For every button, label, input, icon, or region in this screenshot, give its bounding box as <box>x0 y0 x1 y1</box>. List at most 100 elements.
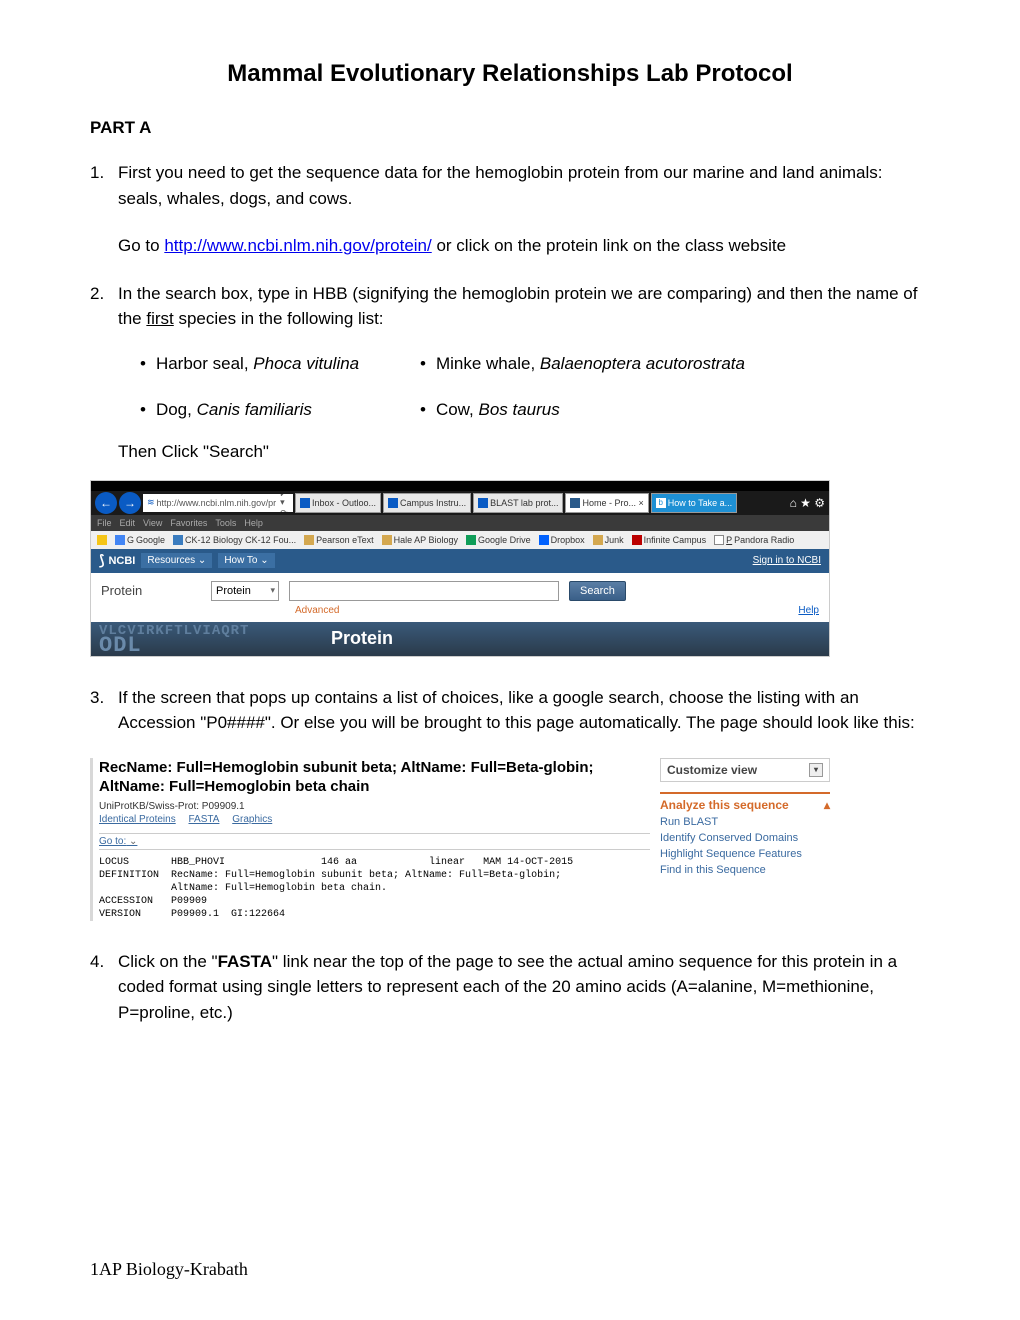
fav-google-drive[interactable]: Google Drive <box>466 535 531 545</box>
fasta-link[interactable]: FASTA <box>189 814 220 825</box>
step-1-number: 1. <box>90 160 118 211</box>
fav-pearson[interactable]: Pearson eText <box>304 535 374 545</box>
species-scientific: Phoca vitulina <box>253 354 359 373</box>
step-2-body: In the search box, type in HBB (signifyi… <box>118 281 930 332</box>
then-click-search: Then Click "Search" <box>118 442 930 462</box>
species-common: Cow, <box>436 400 479 419</box>
species-harbor-seal: • Harbor seal, Phoca vitulina <box>140 354 420 374</box>
browser-screenshot: ← → ≋ http://www.ncbi.nlm.nih.gov/pr 🔎 ▾… <box>90 480 830 657</box>
graphics-link[interactable]: Graphics <box>232 814 272 825</box>
menu-edit[interactable]: Edit <box>120 518 136 528</box>
step-2-number: 2. <box>90 281 118 332</box>
favorites-bar: G Google CK-12 Biology CK-12 Fou... Pear… <box>91 531 829 549</box>
step-3-body: If the screen that pops up contains a li… <box>118 685 930 736</box>
result-right: Customize view ▾ Analyze this sequence ▴… <box>660 758 830 921</box>
fav-ck12[interactable]: CK-12 Biology CK-12 Fou... <box>173 535 296 545</box>
tab-howto[interactable]: bHow to Take a... <box>651 493 737 513</box>
species-scientific: Canis familiaris <box>197 400 312 419</box>
step-3: 3. If the screen that pops up contains a… <box>90 685 930 736</box>
fav-junk[interactable]: Junk <box>593 535 624 545</box>
ncbi-search-area: Protein Protein Search <box>91 573 829 605</box>
species-grid: • Harbor seal, Phoca vitulina • Minke wh… <box>140 354 930 420</box>
step-2: 2. In the search box, type in HBB (signi… <box>90 281 930 332</box>
browser-tabbar: ← → ≋ http://www.ncbi.nlm.nih.gov/pr 🔎 ▾… <box>91 491 829 515</box>
identify-conserved-link[interactable]: Identify Conserved Domains <box>660 830 830 846</box>
protein-banner-word: Protein <box>331 628 393 649</box>
ncbi-result-screenshot: RecName: Full=Hemoglobin subunit beta; A… <box>90 758 830 921</box>
bullet-icon: • <box>420 400 426 420</box>
menu-tools[interactable]: Tools <box>215 518 236 528</box>
page-title: Mammal Evolutionary Relationships Lab Pr… <box>90 60 930 88</box>
step-4: 4. Click on the "FASTA" link near the to… <box>90 949 930 1026</box>
forward-button[interactable]: → <box>119 492 141 514</box>
advanced-link[interactable]: Advanced <box>295 605 339 616</box>
sequence-background: VLCVIRKFTLVIAQRT ODL <box>99 622 249 655</box>
help-link[interactable]: Help <box>798 605 819 616</box>
bullet-icon: • <box>140 400 146 420</box>
species-scientific: Bos taurus <box>478 400 559 419</box>
search-refresh-icon: 🔎 ▾ ⟳ <box>280 494 291 512</box>
adv-help-row: Advanced Help <box>91 605 829 622</box>
protein-label: Protein <box>101 583 201 598</box>
goto-dropdown[interactable]: Go to: <box>99 833 650 850</box>
species-dog: • Dog, Canis familiaris <box>140 400 420 420</box>
fav-dropbox[interactable]: Dropbox <box>539 535 585 545</box>
menu-favorites[interactable]: Favorites <box>170 518 207 528</box>
fav-infinite-campus[interactable]: Infinite Campus <box>632 535 707 545</box>
customize-view[interactable]: Customize view ▾ <box>660 758 830 782</box>
address-bar[interactable]: ≋ http://www.ncbi.nlm.nih.gov/pr 🔎 ▾ ⟳ <box>143 494 293 512</box>
step-4-fasta: FASTA <box>218 952 272 971</box>
run-blast-link[interactable]: Run BLAST <box>660 814 830 830</box>
menu-view[interactable]: View <box>143 518 162 528</box>
tab-campus[interactable]: Campus Instru... <box>383 493 471 513</box>
ncbi-protein-link[interactable]: http://www.ncbi.nlm.nih.gov/protein/ <box>164 236 431 255</box>
identical-proteins-link[interactable]: Identical Proteins <box>99 814 176 825</box>
step-4-body: Click on the "FASTA" link near the top o… <box>118 949 930 1026</box>
search-button[interactable]: Search <box>569 581 626 601</box>
step-1-goto: Go to http://www.ncbi.nlm.nih.gov/protei… <box>118 233 930 259</box>
section-a-label: PART A <box>90 118 930 138</box>
find-in-sequence-link[interactable]: Find in this Sequence <box>660 862 830 878</box>
goto-prefix: Go to <box>118 236 164 255</box>
analyze-header: Analyze this sequence ▴ <box>660 792 830 812</box>
species-cow: • Cow, Bos taurus <box>420 400 930 420</box>
back-button[interactable]: ← <box>95 492 117 514</box>
ncbi-bar: ⟆NCBI Resources ⌄ How To ⌄ Sign in to NC… <box>91 549 829 573</box>
fav-star-icon[interactable] <box>97 535 107 545</box>
menu-file[interactable]: File <box>97 518 112 528</box>
fav-hale[interactable]: Hale AP Biology <box>382 535 458 545</box>
genbank-record: LOCUS HBB_PHOVI 146 aa linear MAM 14-OCT… <box>99 856 650 921</box>
menu-help[interactable]: Help <box>244 518 263 528</box>
browser-chrome-icons[interactable]: ⌂ ★ ⚙ <box>790 496 825 510</box>
highlight-features-link[interactable]: Highlight Sequence Features <box>660 846 830 862</box>
tab-home-active[interactable]: Home - Pro... × <box>565 493 648 513</box>
ncbi-resources[interactable]: Resources ⌄ <box>141 553 212 568</box>
result-subtitle: UniProtKB/Swiss-Prot: P09909.1 <box>99 801 650 812</box>
species-scientific: Balaenoptera acutorostrata <box>540 354 745 373</box>
step-3-number: 3. <box>90 685 118 736</box>
chevron-up-icon[interactable]: ▴ <box>824 798 830 812</box>
search-input[interactable] <box>289 581 559 601</box>
protein-banner: VLCVIRKFTLVIAQRT ODL Protein <box>91 622 829 656</box>
step-2-text-b: species in the following list: <box>174 309 384 328</box>
fav-pandora[interactable]: P Pandora Radio <box>714 535 794 545</box>
bullet-icon: • <box>140 354 146 374</box>
fav-google[interactable]: G Google <box>115 535 165 545</box>
tab-inbox[interactable]: Inbox - Outloo... <box>295 493 381 513</box>
tab-blast[interactable]: BLAST lab prot... <box>473 493 563 513</box>
step-4-number: 4. <box>90 949 118 1026</box>
database-select[interactable]: Protein <box>211 581 279 601</box>
ncbi-howto[interactable]: How To ⌄ <box>218 553 274 568</box>
step-2-first: first <box>146 309 173 328</box>
step-1: 1. First you need to get the sequence da… <box>90 160 930 211</box>
goto-suffix: or click on the protein link on the clas… <box>432 236 786 255</box>
species-common: Dog, <box>156 400 197 419</box>
menu-bar: File Edit View Favorites Tools Help <box>91 515 829 531</box>
ncbi-logo[interactable]: ⟆NCBI <box>99 552 135 569</box>
result-links: Identical Proteins FASTA Graphics <box>99 814 650 825</box>
step-4-text-a: Click on the " <box>118 952 218 971</box>
address-text: http://www.ncbi.nlm.nih.gov/pr <box>157 498 277 508</box>
chevron-down-icon: ▾ <box>809 763 823 777</box>
signin-link[interactable]: Sign in to NCBI <box>753 555 821 566</box>
species-common: Minke whale, <box>436 354 540 373</box>
